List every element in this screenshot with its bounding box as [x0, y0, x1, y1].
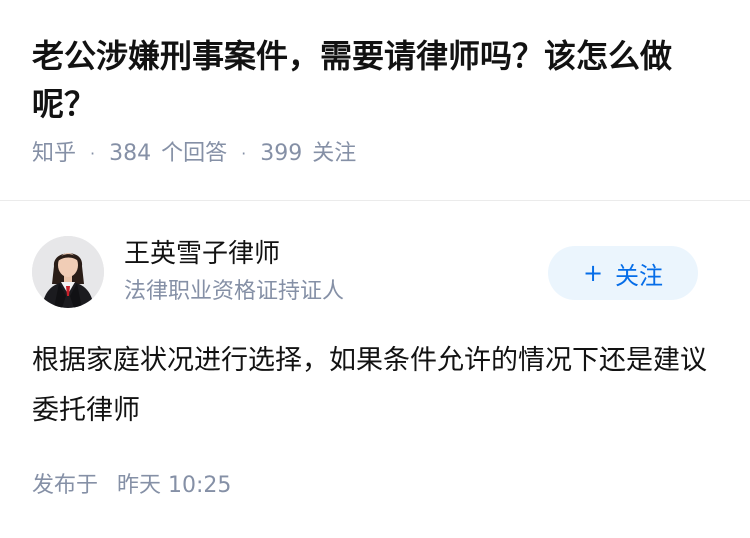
follow-button[interactable]: + 关注 — [548, 246, 698, 300]
publish-label: 发布于 — [32, 473, 99, 498]
author-credential: 法律职业资格证持证人 — [124, 279, 345, 304]
meta-separator: · — [90, 144, 96, 163]
source-label[interactable]: 知乎 — [32, 138, 76, 170]
answer-count-label: 个回答 — [161, 141, 228, 166]
meta-separator: · — [241, 144, 247, 163]
section-divider — [0, 200, 750, 201]
follower-count-label: 关注 — [312, 141, 357, 166]
publish-info: 发布于 昨天 10:25 — [32, 470, 231, 502]
author-avatar[interactable] — [32, 236, 104, 308]
author-name[interactable]: 王英雪子律师 — [124, 236, 280, 272]
answer-content[interactable]: 根据家庭状况进行选择，如果条件允许的情况下还是建议委托律师 — [32, 336, 712, 436]
lawyer-portrait-avatar-icon — [32, 236, 104, 308]
follower-count: 399 — [260, 141, 303, 166]
answer-count: 384 — [109, 141, 152, 166]
publish-time: 昨天 10:25 — [117, 473, 232, 498]
follow-button-label: 关注 — [615, 261, 664, 290]
question-header: 老公涉嫌刑事案件，需要请律师吗？该怎么做呢？ 知乎 · 384 个回答 · 39… — [32, 32, 722, 170]
plus-icon: + — [582, 259, 604, 287]
question-meta: 知乎 · 384 个回答 · 399 关注 — [32, 138, 722, 170]
question-title[interactable]: 老公涉嫌刑事案件，需要请律师吗？该怎么做呢？ — [32, 32, 722, 128]
